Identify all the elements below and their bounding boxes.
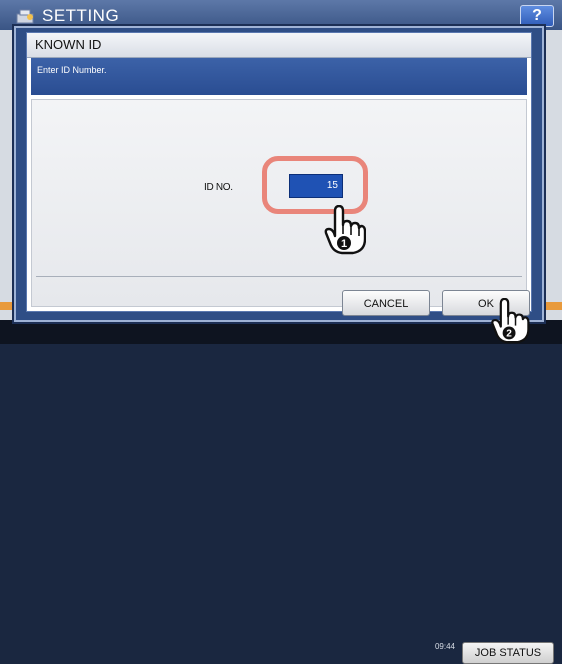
cancel-button[interactable]: CANCEL	[342, 290, 430, 316]
step2-number: 2	[506, 329, 512, 340]
dialog-content: ID NO. 15 1 CANCEL OK	[31, 99, 530, 316]
known-id-dialog: KNOWN ID Enter ID Number. ID NO. 15 1 CA…	[14, 26, 544, 322]
pointer-hand-icon-step1: 1	[324, 205, 366, 255]
help-button[interactable]: ?	[520, 5, 554, 27]
message-band: Enter ID Number.	[31, 58, 527, 95]
dialog-titlebar: KNOWN ID	[27, 33, 531, 58]
setting-icon	[16, 9, 34, 24]
dialog-message: Enter ID Number.	[37, 65, 107, 75]
step1-number: 1	[341, 238, 347, 250]
dialog-title: KNOWN ID	[35, 37, 102, 52]
id-no-label: ID NO.	[204, 182, 233, 193]
job-status-button[interactable]: JOB STATUS	[462, 642, 554, 664]
status-bar: 09:44 JOB STATUS	[0, 320, 562, 664]
content-divider	[36, 276, 522, 277]
pointer-hand-icon-step2: 2	[491, 298, 530, 344]
id-number-field[interactable]: 15	[289, 174, 343, 198]
setting-title: SETTING	[42, 6, 120, 25]
dialog-panel: KNOWN ID Enter ID Number. ID NO. 15 1 CA…	[26, 32, 532, 316]
clock-time: 09:44	[434, 642, 455, 651]
